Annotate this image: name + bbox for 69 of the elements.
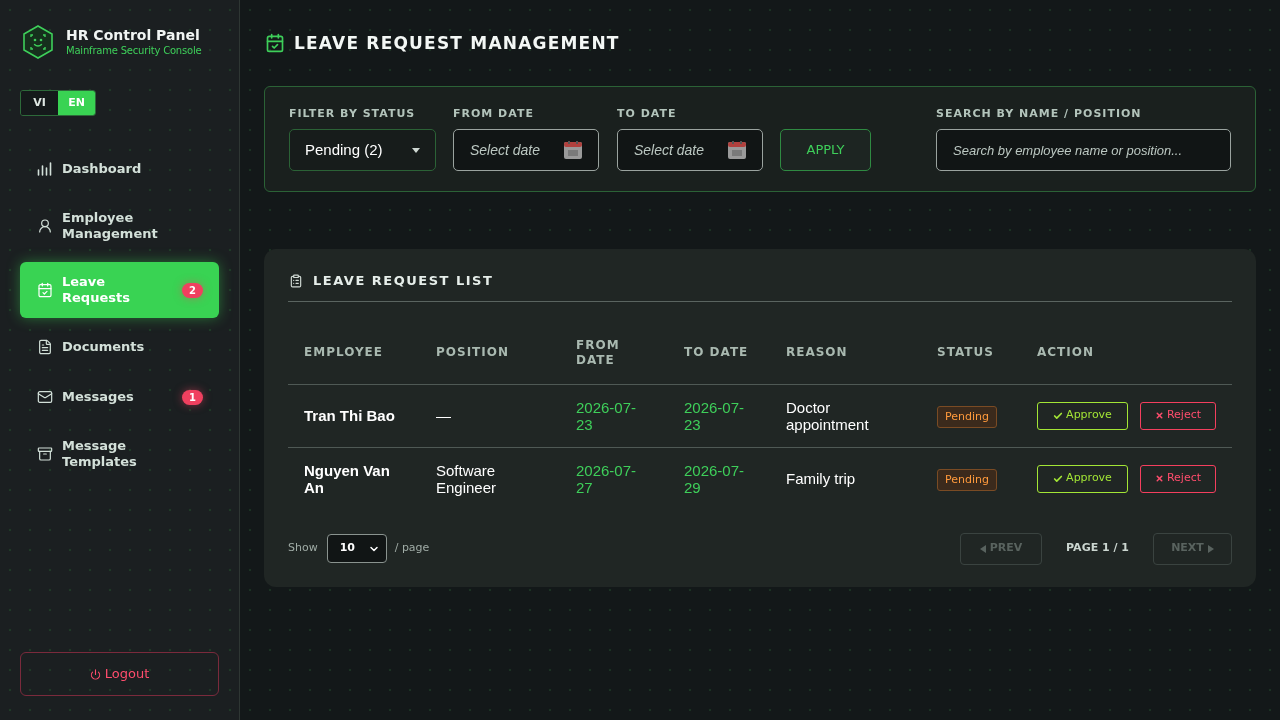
column-header: TO DATE [684,345,750,361]
caret-down-icon [412,147,420,153]
count-badge: 1 [182,389,203,405]
brand-subtitle: Mainframe Security Console [66,44,202,58]
cross-icon [1154,474,1164,483]
field-label: TO DATE [617,107,678,121]
column-header: EMPLOYEE [304,345,384,361]
nav-item[interactable]: Message Templates [20,426,219,482]
date-field[interactable]: Select date [453,129,599,171]
approve-button[interactable]: Approve [1037,464,1128,493]
column-header: STATUS [937,345,995,361]
bar-chart-icon [37,161,53,177]
triangle-right-icon [1207,544,1214,553]
section-title: LEAVE REQUEST LIST [313,273,494,289]
calendar-icon [728,141,746,159]
apply-button[interactable]: APPLY [780,129,871,171]
clipboard-icon [289,274,303,288]
page-size-select[interactable]: 10 [326,534,387,563]
reject-button[interactable]: Reject [1140,464,1216,493]
count-badge: 2 [182,282,203,298]
column-header: FROM DATE [576,337,621,368]
envelope-icon [37,389,53,405]
nav-item[interactable]: Employee Management [20,198,219,254]
table-cell-text: Doctor appointment [786,398,870,433]
table-cell-text: Nguyen Van An [304,461,391,496]
table-cell-text: 2026-07-23 [684,398,746,433]
search-field[interactable]: Search by employee name or position... [936,129,1231,171]
field-label: FROM DATE [453,107,535,121]
person-icon [37,218,53,234]
table-cell-text: 2026-07-27 [576,461,638,496]
calendar-icon [564,141,582,159]
cross-icon [1154,411,1164,420]
check-icon [1053,473,1064,484]
nav-item[interactable]: Leave Requests 2 [20,262,219,318]
show-label: Show [288,540,318,557]
table-cell-text: 2026-07-29 [684,461,746,496]
nav-item[interactable]: Messages 1 [20,376,219,418]
field-label: SEARCH BY NAME / POSITION [936,107,1143,121]
nav-item[interactable]: Documents [20,326,219,368]
calendar-check-icon [265,33,285,53]
calendar-check-icon [37,282,53,298]
table-cell-text: Family trip [786,470,857,487]
table-cell-text: 2026-07-23 [576,398,638,433]
power-icon [89,668,101,680]
date-field[interactable]: Select date [617,129,763,171]
nav-item[interactable]: Dashboard [20,148,219,190]
field-label: FILTER BY STATUS [289,107,417,121]
page-title: LEAVE REQUEST MANAGEMENT [294,32,620,55]
per-page-label: / page [394,540,430,557]
reject-button[interactable]: Reject [1140,401,1216,430]
brand-title: HR Control Panel [66,26,201,44]
approve-button[interactable]: Approve [1037,401,1128,430]
triangle-left-icon [979,544,986,553]
table-cell-text: Software Engineer [436,461,498,496]
column-header: POSITION [436,345,510,361]
status-select[interactable]: Pending (2) [289,129,436,171]
column-header: ACTION [1037,345,1095,361]
column-header: REASON [786,345,849,361]
page-indicator: PAGE 1 / 1 [1066,540,1129,557]
language-toggle[interactable]: VI [21,91,58,115]
table-cell-text: — [436,407,452,424]
check-icon [1053,410,1064,421]
table-cell-text: Tran Thi Bao [304,407,396,424]
hexagon-logo-icon [22,25,54,59]
document-icon [37,339,53,355]
status-badge: Pending [937,406,997,428]
archive-box-icon [37,446,53,462]
status-badge: Pending [937,469,997,491]
logout-button[interactable]: Logout [20,652,219,696]
